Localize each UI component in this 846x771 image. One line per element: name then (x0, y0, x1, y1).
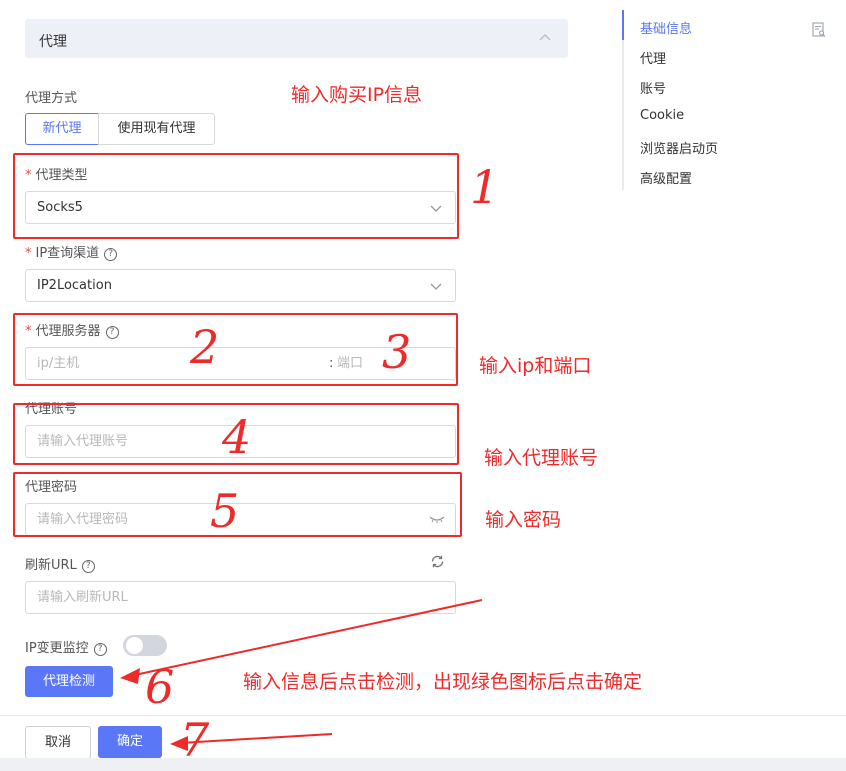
arrow-head-confirm (170, 736, 188, 751)
annotation-arrows (120, 599, 483, 751)
arrow-to-confirm-button (179, 733, 333, 744)
arrow-head-check (120, 668, 140, 684)
arrow-to-check-button (129, 599, 483, 677)
